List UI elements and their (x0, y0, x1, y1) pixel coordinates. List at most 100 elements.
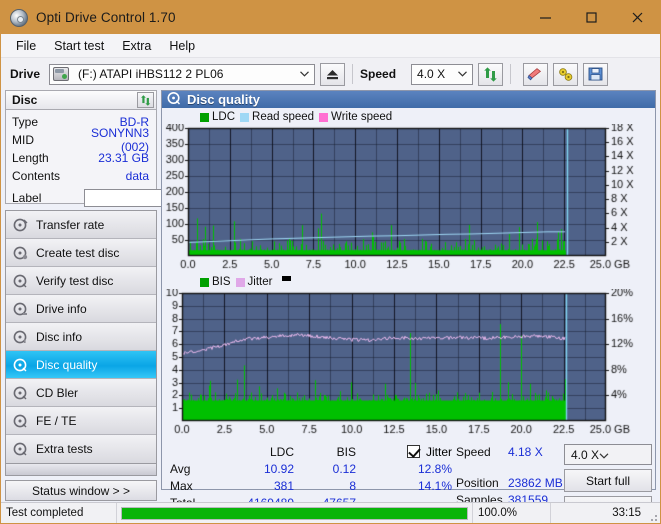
eject-button[interactable] (320, 63, 345, 86)
legend-swatch-jitter (236, 278, 245, 287)
bottom-chart-legend: BIS Jitter (162, 275, 655, 289)
close-icon[interactable] (614, 1, 660, 34)
sidebar-item-disc-info[interactable]: Disc info (6, 323, 156, 351)
speed-select[interactable]: 4.0 X (411, 64, 473, 85)
drive-select[interactable]: (F:) ATAPI iHBS112 2 PL06 (49, 64, 315, 85)
sidebar-item-extra-tests[interactable]: Extra tests (6, 435, 156, 463)
test-speed-value: 4.0 X (565, 448, 599, 462)
legend-swatch-write-speed (319, 113, 328, 122)
disc-icon (13, 358, 29, 372)
stats-max-jitter: 14.1% (356, 479, 452, 493)
disc-key-mid: MID (12, 133, 80, 147)
drive-toolbar: Drive (F:) ATAPI iHBS112 2 PL06 Speed 4.… (1, 58, 660, 90)
left-sidebar: Disc Type BD-R MID SONYNN3 (5, 90, 157, 490)
sidebar-item-transfer-rate[interactable]: Transfer rate (6, 211, 156, 239)
disc-value-length: 23.31 GB (80, 151, 151, 165)
stats-header-bis: BIS (294, 445, 356, 459)
menu-start-test[interactable]: Start test (45, 36, 113, 56)
tools-button[interactable] (553, 63, 578, 86)
menu-bar: File Start test Extra Help (1, 34, 660, 58)
stats-header-jitter: Jitter (426, 445, 452, 459)
disc-panel-title: Disc (12, 93, 37, 107)
save-button[interactable] (583, 63, 608, 86)
stats-row-max: Max 381 8 14.1% (170, 477, 452, 494)
sidebar-label: Drive info (36, 302, 87, 316)
maximize-icon[interactable] (568, 1, 614, 34)
sidebar-item-create-test-disc[interactable]: Create test disc (6, 239, 156, 267)
title-bar: Opti Drive Control 1.70 (1, 1, 660, 34)
progress-cell (117, 503, 473, 524)
app-disc-icon (10, 9, 28, 27)
disc-quality-panel: Disc quality LDC Read speed (161, 90, 656, 490)
sidebar-label: Create test disc (36, 246, 119, 260)
elapsed-time: 33:15 (551, 503, 646, 524)
toolbar-divider-1 (352, 64, 353, 84)
page-title: Disc quality (187, 92, 260, 107)
sidebar-label: Verify test disc (36, 274, 113, 288)
sidebar-label: Disc info (36, 330, 82, 344)
disc-label-row: Label (12, 188, 151, 207)
readout-speed-value: 4.18 X (508, 445, 543, 459)
sidebar-item-drive-info[interactable]: Drive info (6, 295, 156, 323)
legend-label-bis: BIS (212, 276, 231, 288)
chevron-down-icon (599, 448, 609, 462)
legend-item-jitter: Jitter (236, 276, 273, 288)
legend-item-bis: BIS (200, 276, 231, 288)
menu-help[interactable]: Help (160, 36, 204, 56)
sidebar-label: CD Bler (36, 386, 78, 400)
disc-icon (13, 246, 29, 260)
main-content: Disc Type BD-R MID SONYNN3 (1, 90, 660, 490)
legend-label-write-speed: Write speed (331, 111, 392, 123)
start-full-button[interactable]: Start full (564, 469, 652, 492)
progress-percent: 100.0% (473, 503, 551, 524)
disc-key-contents: Contents (12, 169, 80, 183)
stats-avg-ldc: 10.92 (222, 462, 294, 476)
refresh-button[interactable] (478, 63, 503, 86)
sidebar-label: Extra tests (36, 442, 93, 456)
stats-row-avg: Avg 10.92 0.12 12.8% (170, 460, 452, 477)
menu-extra[interactable]: Extra (113, 36, 160, 56)
drive-label: Drive (10, 67, 40, 81)
resize-grip[interactable] (646, 503, 660, 524)
drive-select-value: (F:) ATAPI iHBS112 2 PL06 (74, 67, 223, 81)
erase-button[interactable] (523, 63, 548, 86)
readout-position: Position 23862 MB (456, 474, 564, 491)
jitter-checkbox-group[interactable]: Jitter (356, 445, 452, 459)
nav-spacer (5, 464, 157, 476)
status-window-button[interactable]: Status window > > (5, 480, 157, 501)
progress-fill (122, 508, 467, 519)
sidebar-item-verify-test-disc[interactable]: Verify test disc (6, 267, 156, 295)
legend-swatch-read-speed (240, 113, 249, 122)
disc-icon (13, 386, 29, 400)
disc-icon (13, 442, 29, 456)
disc-refresh-button[interactable] (137, 92, 154, 108)
disc-key-type: Type (12, 115, 80, 129)
disc-panel-header: Disc (5, 90, 157, 110)
jitter-checkbox[interactable] (407, 445, 420, 458)
stats-max-bis: 8 (294, 479, 356, 493)
sidebar-item-cd-bler[interactable]: CD Bler (6, 379, 156, 407)
stats-max-ldc: 381 (222, 479, 294, 493)
toolbar-divider-2 (510, 64, 511, 84)
chevron-down-icon (297, 65, 311, 84)
legend-swatch-bis (200, 278, 209, 287)
speed-select-value: 4.0 X (412, 67, 445, 81)
readout-gap (456, 460, 564, 474)
sidebar-label: Transfer rate (36, 218, 104, 232)
stats-header-ldc: LDC (222, 445, 294, 459)
sidebar-item-disc-quality[interactable]: Disc quality (6, 351, 156, 379)
bottom-chart: BIS Jitter (162, 275, 655, 437)
legend-item-write-speed: Write speed (319, 111, 392, 123)
disc-icon (13, 302, 29, 316)
disc-label-key: Label (12, 191, 80, 205)
bottom-chart-plot (162, 289, 655, 437)
menu-file[interactable]: File (7, 36, 45, 56)
sidebar-label: Disc quality (36, 358, 97, 372)
minimize-icon[interactable] (522, 1, 568, 34)
test-speed-select[interactable]: 4.0 X (564, 444, 652, 465)
stats-avg-bis: 0.12 (294, 462, 356, 476)
charts-area: LDC Read speed Write speed (162, 108, 655, 437)
status-bar: Test completed 100.0% 33:15 (1, 502, 660, 523)
jitter-scale-marker-icon (282, 276, 291, 281)
sidebar-item-fe-te[interactable]: FE / TE (6, 407, 156, 435)
